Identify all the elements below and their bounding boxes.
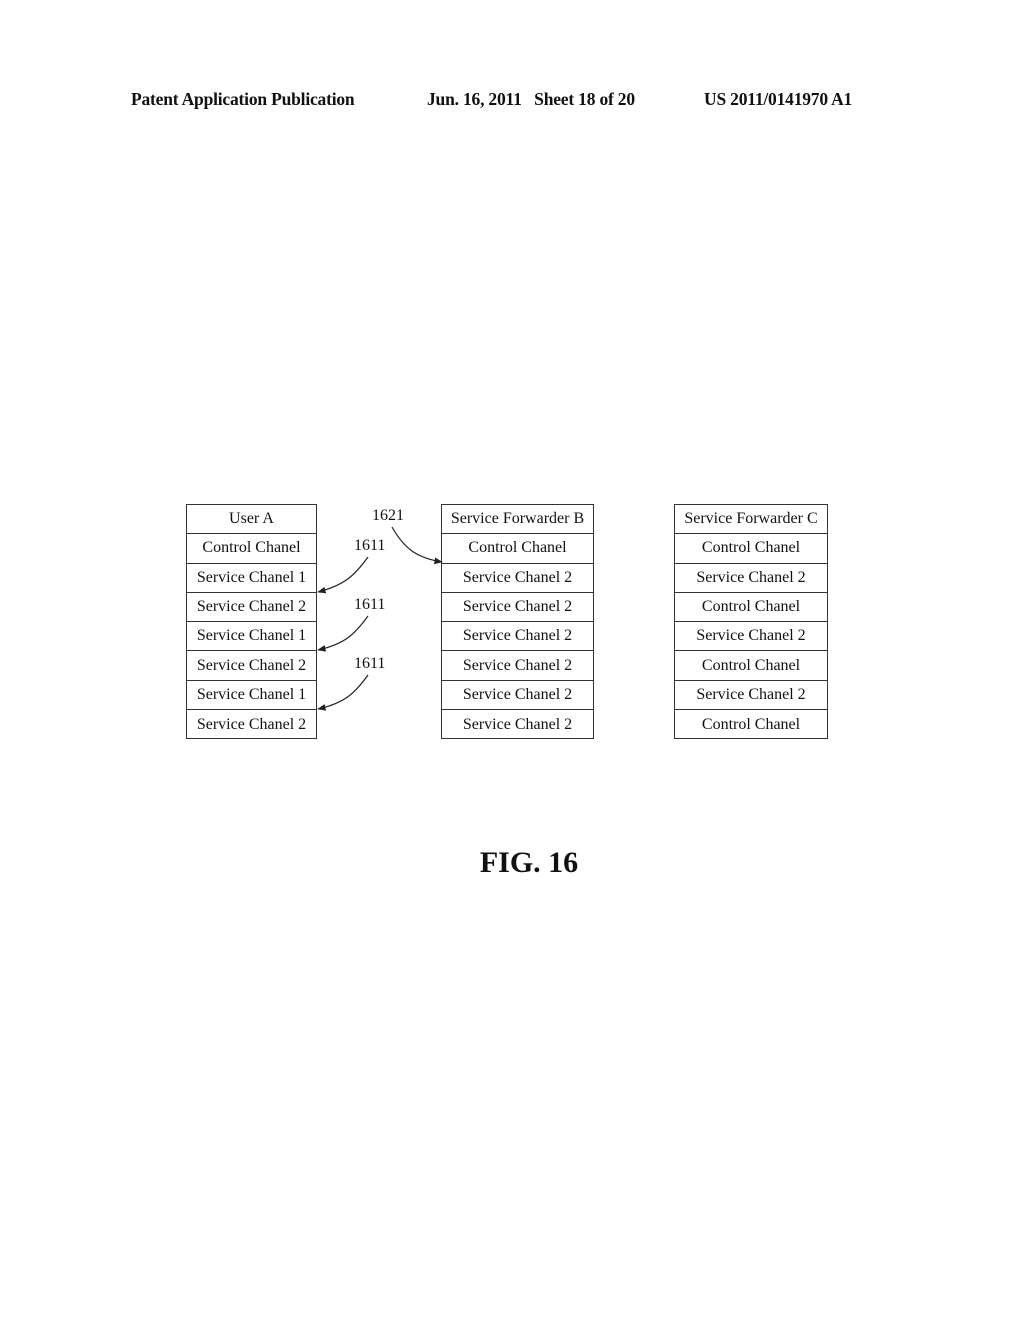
leader-lines <box>317 526 443 711</box>
figure-label: FIG. 16 <box>479 846 579 879</box>
arrow-1621 <box>391 526 443 565</box>
arrow-1611-second <box>317 615 369 652</box>
arrow-1611-third <box>317 674 369 711</box>
arrow-1611-first <box>317 556 369 594</box>
